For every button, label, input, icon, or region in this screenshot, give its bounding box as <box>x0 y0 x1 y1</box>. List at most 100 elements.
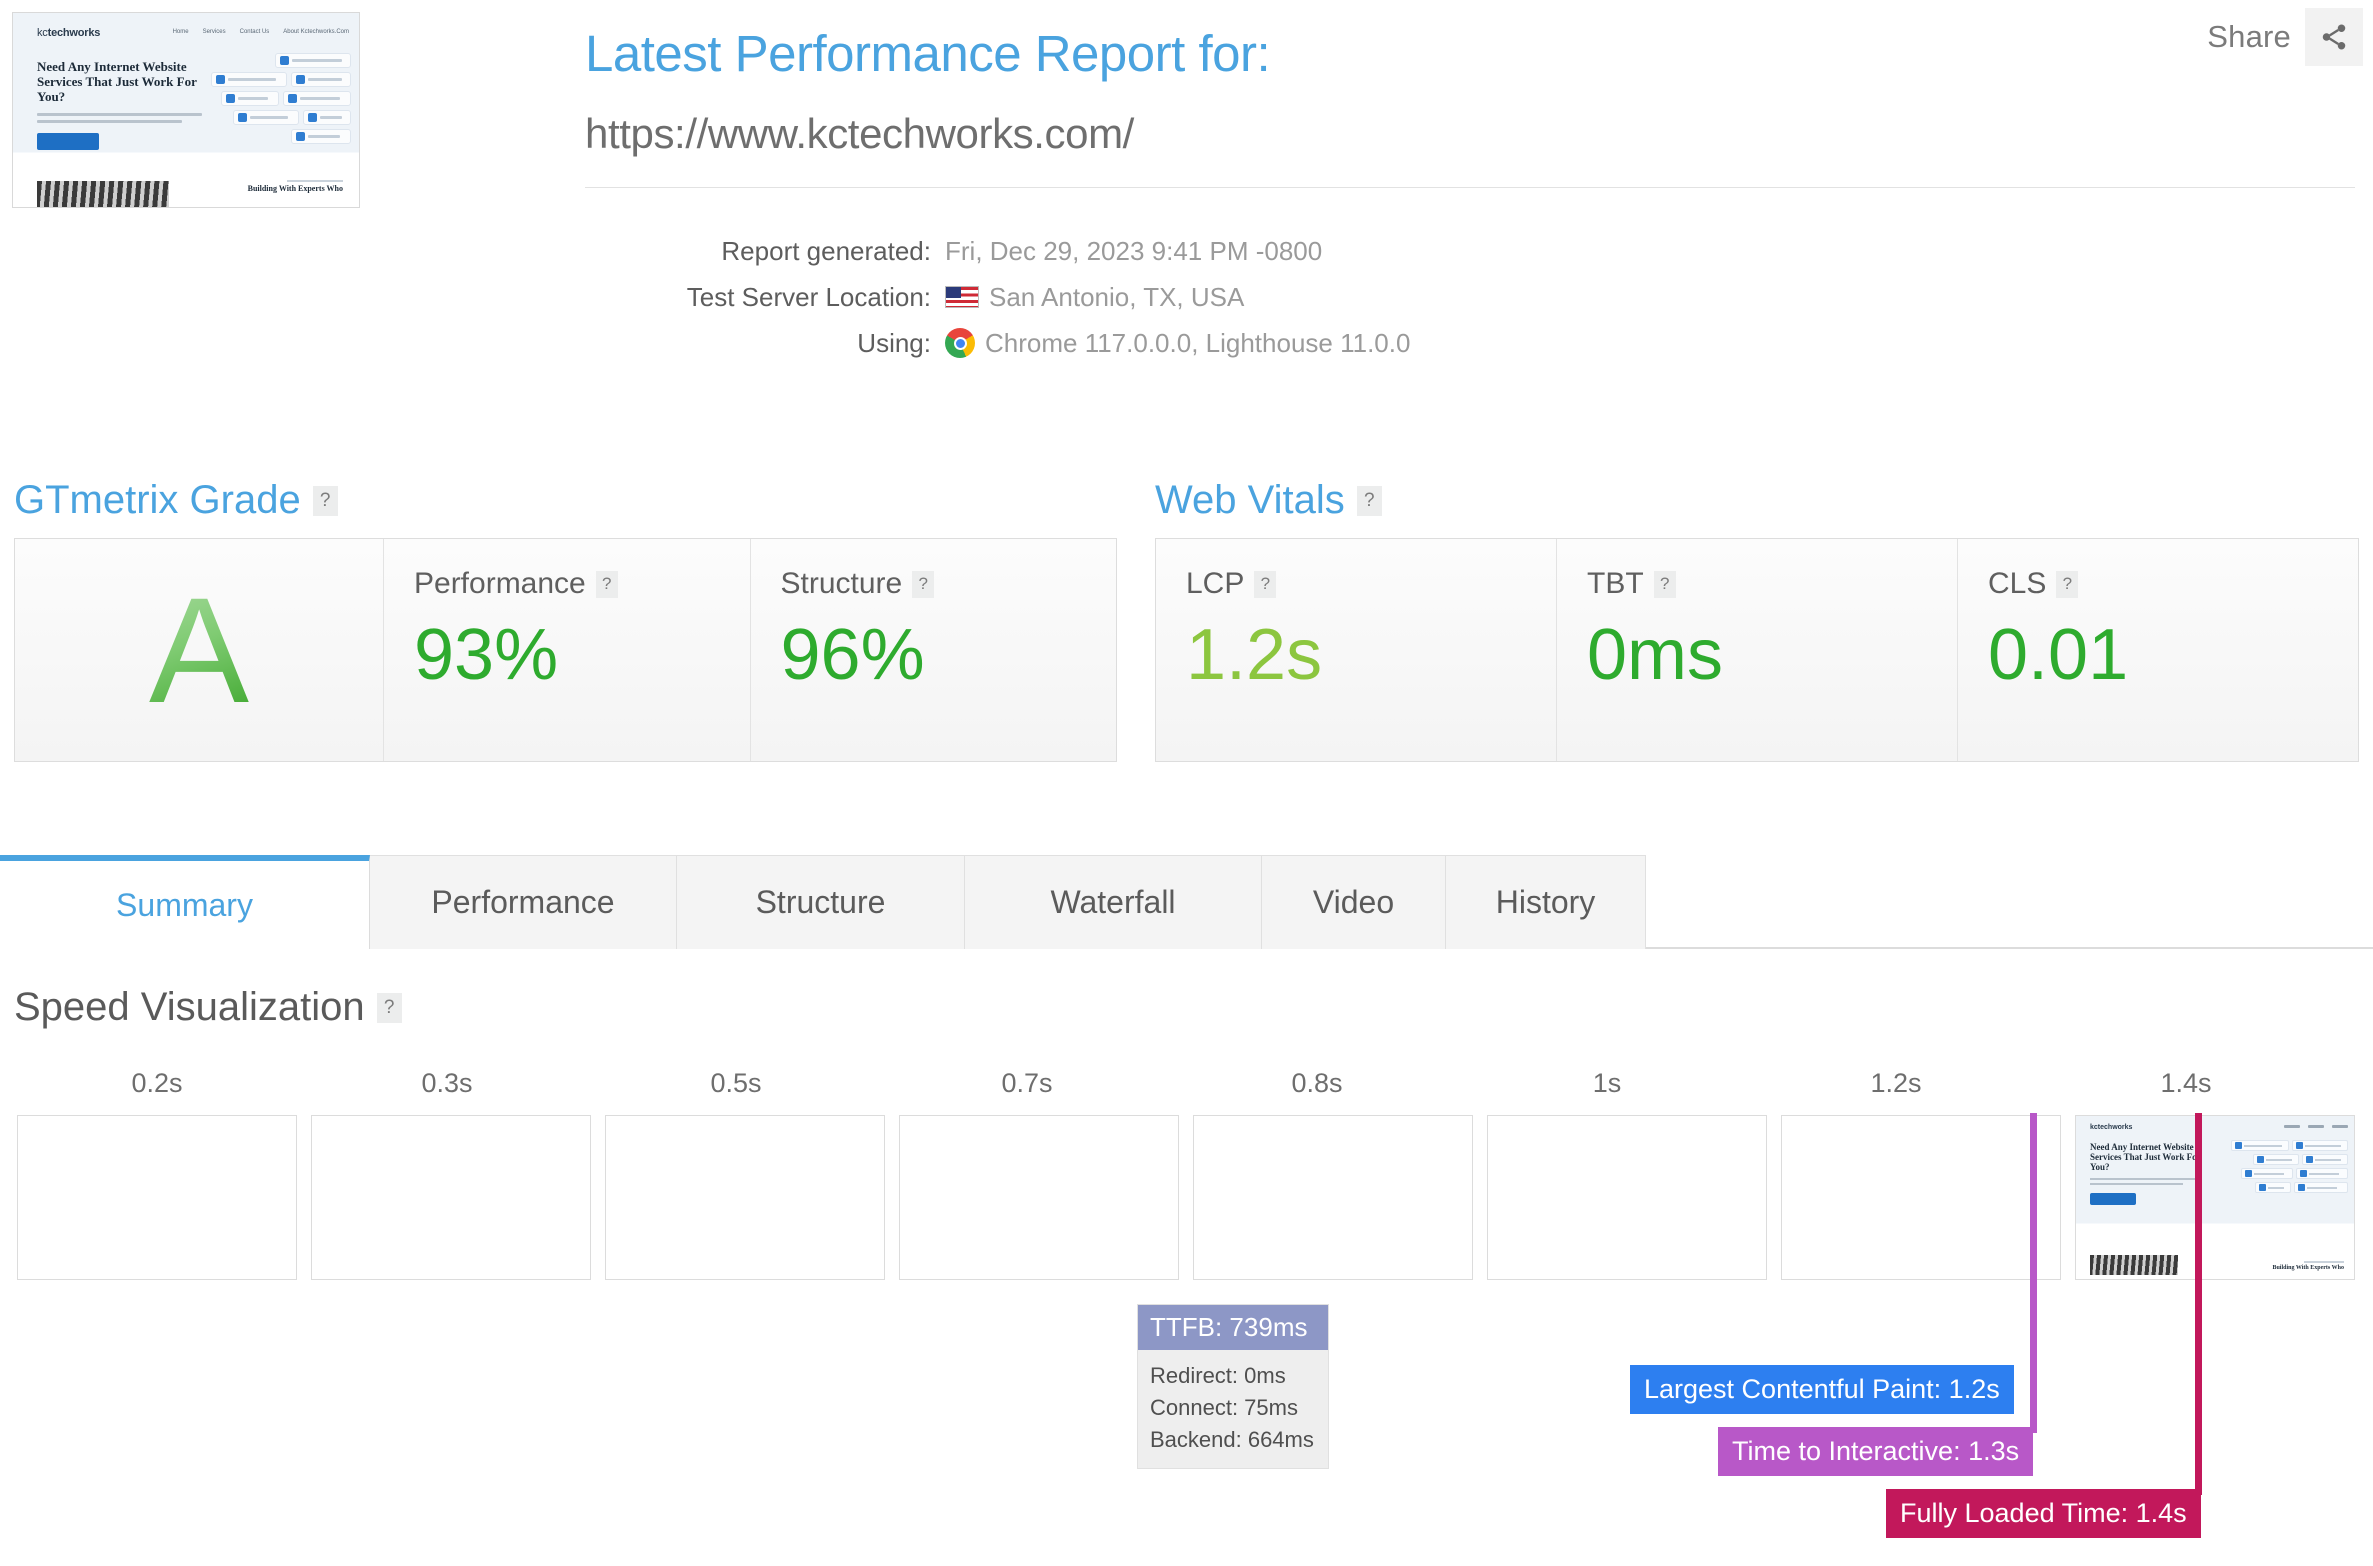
thumbnail-cta-button <box>37 133 99 150</box>
ttfb-tooltip: TTFB: 739ms Redirect: 0ms Connect: 75ms … <box>1137 1304 1329 1469</box>
tick-label: 0.2s <box>131 1068 183 1098</box>
ttfb-redirect: Redirect: 0ms <box>1150 1363 1286 1388</box>
time-to-interactive-marker-line <box>2030 1113 2037 1433</box>
meta-value: San Antonio, TX, USA <box>945 282 1244 313</box>
usa-flag-icon <box>945 286 979 308</box>
filmstrip-frame[interactable] <box>311 1115 591 1280</box>
frame-photo-strip <box>2090 1255 2178 1275</box>
share-control: Share <box>2207 8 2363 66</box>
frame-footer: Building With Experts Who <box>2252 1261 2344 1271</box>
tick-label: 0.7s <box>1001 1068 1053 1098</box>
filmstrip: kctechworks Need Any Internet Website Se… <box>17 1115 2355 1280</box>
thumbnail-footer: Building With Experts Who <box>213 180 343 193</box>
filmstrip-frame[interactable] <box>1487 1115 1767 1280</box>
tick-label: 1.4s <box>2160 1068 2212 1098</box>
cls-cell: CLS ? 0.01 <box>1958 539 2358 761</box>
thumbnail-card <box>291 129 351 144</box>
thumbnail-card <box>283 91 351 106</box>
help-icon[interactable]: ? <box>312 485 338 516</box>
cls-label: CLS ? <box>1988 567 2328 601</box>
frame-logo: kctechworks <box>2090 1124 2133 1131</box>
lcp-label: LCP ? <box>1186 567 1526 601</box>
frame-service-cards <box>2230 1140 2348 1193</box>
site-thumbnail[interactable]: kctechworks Home Services Contact Us Abo… <box>12 12 360 208</box>
web-vitals-card: LCP ? 1.2s TBT ? 0ms CLS ? 0.01 <box>1155 538 2359 762</box>
thumbnail-subtext <box>37 113 202 127</box>
help-icon[interactable]: ? <box>1356 485 1382 516</box>
tick-label: 1s <box>1592 1068 1622 1098</box>
speed-visualization-heading: Speed Visualization ? <box>14 985 402 1030</box>
tbt-cell: TBT ? 0ms <box>1557 539 1958 761</box>
meta-row-using: Using: Chrome 117.0.0.0, Lighthouse 11.0… <box>585 320 1410 366</box>
thumbnail-card <box>211 72 287 87</box>
chrome-icon <box>945 328 975 358</box>
help-icon[interactable]: ? <box>1254 570 1277 598</box>
tab-performance[interactable]: Performance <box>370 855 677 949</box>
structure-value: 96% <box>780 615 925 695</box>
ttfb-breakdown: Redirect: 0ms Connect: 75ms Backend: 664… <box>1138 1350 1328 1468</box>
tab-strip-filler <box>1646 855 2373 948</box>
gtmetrix-report-page: Share kctechworks Home Services Contact … <box>0 0 2373 1566</box>
performance-value: 93% <box>414 615 559 695</box>
tick-label: 0.3s <box>421 1068 473 1098</box>
meta-row-test-server-location: Test Server Location: San Antonio, TX, U… <box>585 274 1410 320</box>
thumbnail-card <box>233 110 299 125</box>
structure-cell: Structure ? 96% <box>750 539 1116 761</box>
thumbnail-card <box>303 110 351 125</box>
performance-cell: Performance ? 93% <box>384 539 751 761</box>
gtmetrix-grade-heading: GTmetrix Grade ? <box>14 478 338 523</box>
thumbnail-card <box>275 53 351 68</box>
frame-subtext <box>2090 1178 2198 1188</box>
grade-value: A <box>148 566 250 734</box>
tab-video[interactable]: Video <box>1262 855 1446 949</box>
filmstrip-frame[interactable] <box>1781 1115 2061 1280</box>
share-label: Share <box>2207 19 2291 54</box>
performance-label: Performance ? <box>414 567 720 601</box>
help-icon[interactable]: ? <box>376 992 402 1023</box>
thumbnail-logo: kctechworks <box>37 27 101 39</box>
gtmetrix-grade-card: A Performance ? 93% Structure ? 96% <box>14 538 1117 762</box>
tab-history[interactable]: History <box>1446 855 1646 949</box>
largest-contentful-paint-label: Largest Contentful Paint: 1.2s <box>1630 1365 2014 1414</box>
thumbnail-nav: Home Services Contact Us About Kctechwor… <box>172 29 349 35</box>
report-metadata: Report generated: Fri, Dec 29, 2023 9:41… <box>585 228 1410 366</box>
thumbnail-card <box>221 91 279 106</box>
page-title: Latest Performance Report for: <box>585 25 1271 82</box>
meta-label: Report generated: <box>721 235 931 266</box>
thumbnail-headline: Need Any Internet Website Services That … <box>37 59 197 104</box>
share-icon <box>2322 24 2346 50</box>
grade-cell: A <box>15 539 384 761</box>
cls-value: 0.01 <box>1988 615 2129 695</box>
tbt-value: 0ms <box>1587 615 1724 695</box>
filmstrip-frame[interactable] <box>899 1115 1179 1280</box>
report-tabs: Summary Performance Structure Waterfall … <box>0 855 2373 950</box>
tab-structure[interactable]: Structure <box>677 855 965 949</box>
fully-loaded-time-marker-line <box>2195 1113 2202 1495</box>
frame-nav <box>2284 1125 2348 1128</box>
tab-summary[interactable]: Summary <box>0 855 370 950</box>
meta-value: Chrome 117.0.0.0, Lighthouse 11.0.0 <box>945 328 1410 359</box>
filmstrip-frame[interactable] <box>17 1115 297 1280</box>
web-vitals-heading: Web Vitals ? <box>1155 478 1382 523</box>
ttfb-backend: Backend: 664ms <box>1150 1427 1314 1452</box>
filmstrip-frame[interactable] <box>1193 1115 1473 1280</box>
frame-headline: Need Any Internet Website Services That … <box>2090 1142 2201 1172</box>
header-divider <box>585 187 2355 188</box>
help-icon[interactable]: ? <box>1653 570 1676 598</box>
lcp-cell: LCP ? 1.2s <box>1156 539 1557 761</box>
fully-loaded-time-label: Fully Loaded Time: 1.4s <box>1886 1489 2201 1538</box>
filmstrip-frame[interactable] <box>605 1115 885 1280</box>
structure-label: Structure ? <box>781 567 1087 601</box>
meta-value: Fri, Dec 29, 2023 9:41 PM -0800 <box>945 235 1323 266</box>
tick-label: 0.5s <box>710 1068 762 1098</box>
share-button[interactable] <box>2305 8 2363 66</box>
tab-waterfall[interactable]: Waterfall <box>965 855 1262 949</box>
thumbnail-card <box>291 72 351 87</box>
help-icon[interactable]: ? <box>912 570 935 598</box>
thumbnail-service-cards <box>211 53 351 144</box>
time-to-interactive-label: Time to Interactive: 1.3s <box>1718 1427 2034 1476</box>
filmstrip-frame-loaded[interactable]: kctechworks Need Any Internet Website Se… <box>2075 1115 2355 1280</box>
help-icon[interactable]: ? <box>2056 570 2079 598</box>
help-icon[interactable]: ? <box>595 570 618 598</box>
report-url[interactable]: https://www.kctechworks.com/ <box>585 110 1134 158</box>
